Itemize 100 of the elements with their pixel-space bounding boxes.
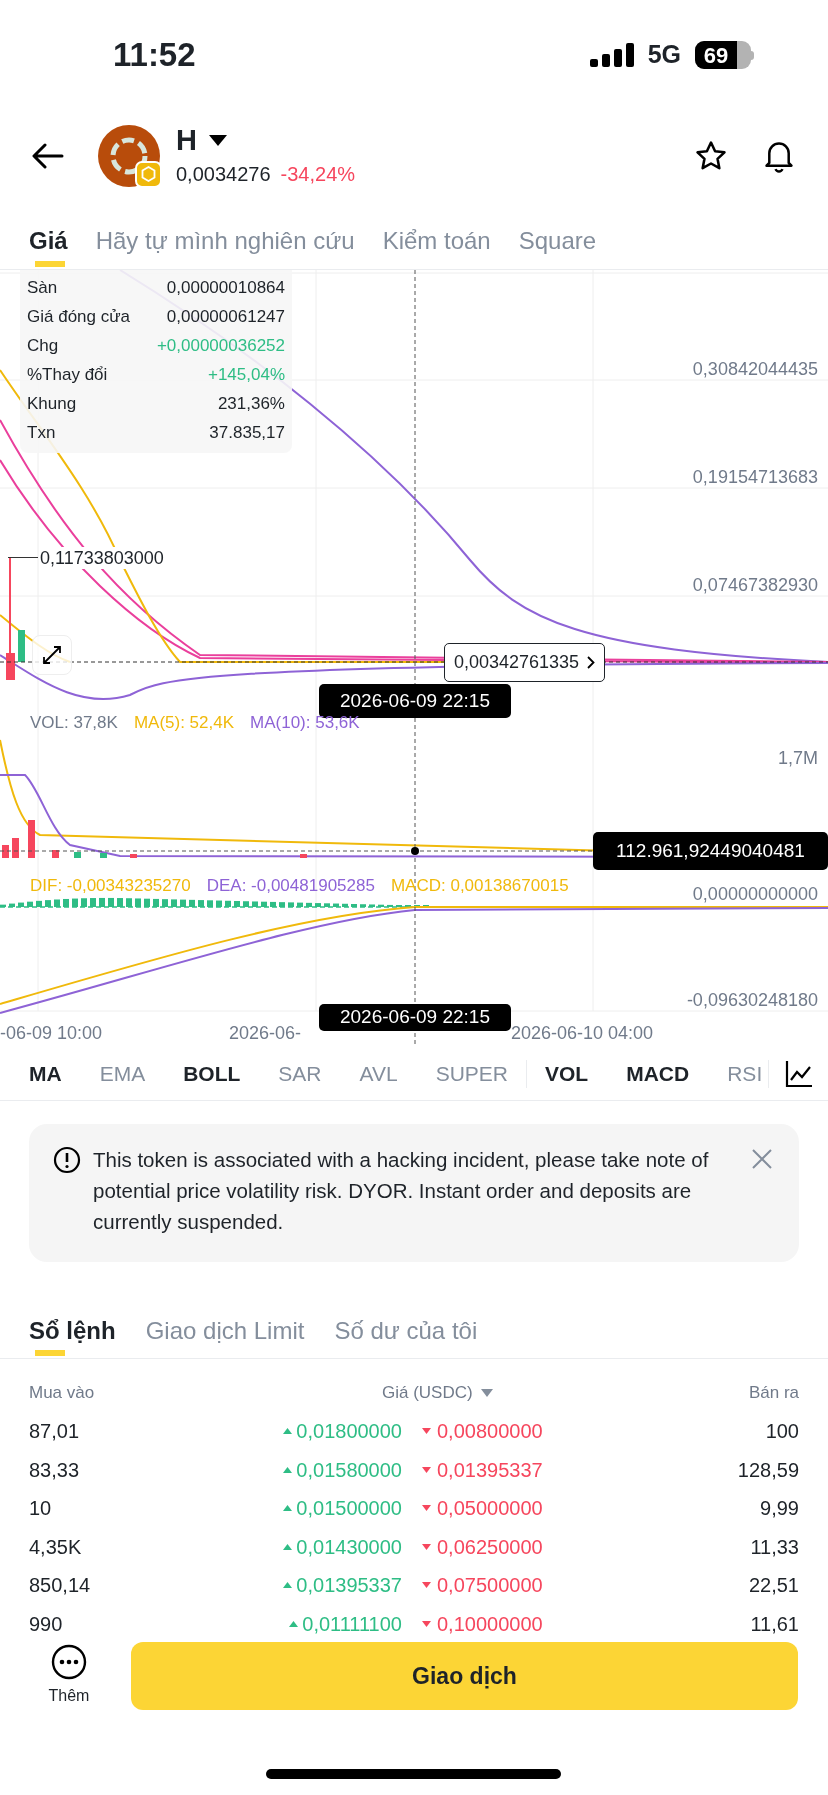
star-icon[interactable] — [694, 139, 728, 173]
network-label: 5G — [647, 39, 681, 71]
down-triangle-icon — [422, 1505, 431, 1512]
ask-price: 0,00800000 — [437, 1419, 543, 1445]
indicator-tab[interactable]: AVL — [359, 1057, 398, 1090]
indicator-tab[interactable]: SAR — [278, 1057, 322, 1090]
bid-price: 0,01800000 — [296, 1419, 402, 1445]
back-arrow-icon — [32, 143, 64, 169]
bid-quantity: 83,33 — [29, 1457, 81, 1483]
info-value: 37.835,17 — [209, 422, 285, 445]
down-triangle-icon — [422, 1620, 431, 1627]
battery-indicator: 69 — [695, 41, 754, 69]
tab[interactable]: Sổ lệnh — [29, 1304, 116, 1358]
column-header: Mua vào — [29, 1382, 96, 1405]
price-axis-label: 0,19154713683 — [692, 466, 818, 488]
bid-price: 0,01395337 — [296, 1573, 402, 1599]
up-triangle-icon — [283, 1582, 293, 1589]
ask-quantity: 22,51 — [748, 1573, 799, 1599]
down-triangle-icon — [422, 1543, 431, 1550]
high-price-label: 0,11733803000 — [40, 547, 164, 569]
indicator-tab[interactable]: VOL — [545, 1057, 589, 1090]
crosshair-time-label: 2026-06-09 22:15 — [319, 1004, 511, 1031]
token-price: 0,0034276 — [176, 162, 271, 187]
last-price-tag[interactable]: 0,00342761335 — [444, 643, 606, 682]
info-label: %Thay đổi — [27, 364, 108, 387]
time-axis-label: 2026-06-10 04:00 — [511, 1022, 654, 1045]
dif-label: DIF: -0,00343235270 — [30, 875, 191, 897]
up-triangle-icon — [283, 1543, 293, 1550]
ask-quantity: 11,61 — [750, 1611, 799, 1637]
ask-price: 0,07500000 — [437, 1573, 543, 1599]
notice-text: This token is associated with a hacking incident, please take note of potential price volatility risk. DYOR. Instant order and deposits are currently suspended. — [93, 1147, 710, 1235]
down-triangle-icon — [422, 1582, 431, 1589]
dea-label: DEA: -0,00481905285 — [206, 875, 375, 897]
ask-price: 0,01395337 — [437, 1457, 543, 1483]
tab[interactable]: Giao dịch Limit — [145, 1304, 305, 1358]
ask-quantity: 100 — [765, 1419, 799, 1445]
ask-quantity: 9,99 — [760, 1496, 799, 1522]
indicator-tab[interactable]: RSI — [727, 1057, 763, 1090]
ask-price: 0,05000000 — [437, 1496, 543, 1522]
indicator-tab[interactable]: SUPER — [435, 1057, 509, 1090]
down-triangle-icon — [422, 1466, 431, 1473]
tab[interactable]: Kiểm toán — [382, 212, 491, 269]
signal-icon — [589, 43, 634, 67]
macd-axis-label: -0,09630248180 — [686, 989, 818, 1011]
dropdown-caret-icon[interactable] — [208, 134, 227, 146]
price-column-header[interactable]: Giá (USDC) — [382, 1380, 493, 1406]
info-label: Khung — [27, 393, 77, 416]
bid-price: 0,01430000 — [296, 1534, 402, 1560]
caret-down-icon — [480, 1389, 493, 1397]
crosshair-value-label: 112.961,92449040481 — [593, 832, 828, 870]
bid-quantity: 10 — [29, 1496, 53, 1522]
status-time: 11:52 — [113, 35, 196, 76]
time-axis-label: 2026-06- — [229, 1022, 302, 1045]
price-change: -34,24% — [280, 162, 356, 187]
up-triangle-icon — [283, 1428, 293, 1435]
ask-quantity: 128,59 — [737, 1457, 799, 1483]
down-triangle-icon — [422, 1428, 431, 1435]
up-triangle-icon — [283, 1466, 293, 1473]
indicator-tab[interactable]: EMA — [99, 1057, 146, 1090]
expand-button[interactable] — [32, 635, 72, 675]
up-triangle-icon — [289, 1620, 299, 1627]
chain-badge-icon — [135, 161, 162, 188]
token-symbol[interactable]: H — [176, 123, 197, 157]
bid-quantity: 87,01 — [29, 1419, 81, 1445]
ask-price: 0,06250000 — [437, 1534, 543, 1560]
bid-price: 0,01111100 — [302, 1611, 402, 1637]
ma5-label: MA(5): 52,4K — [133, 712, 235, 734]
tab[interactable]: Số dư của tôi — [334, 1304, 478, 1358]
tab[interactable]: Square — [518, 212, 597, 269]
indicator-tab[interactable]: MACD — [626, 1057, 690, 1090]
bid-quantity: 850,14 — [29, 1573, 92, 1599]
chevron-right-icon — [587, 656, 596, 669]
volume-label: VOL: 37,8K — [30, 712, 118, 734]
bid-price: 0,01500000 — [296, 1496, 402, 1522]
alert-icon — [53, 1146, 81, 1174]
chart-settings-icon[interactable] — [785, 1059, 814, 1088]
bid-quantity: 990 — [29, 1611, 64, 1637]
info-value: +0,00000036252 — [156, 335, 285, 358]
macd-label: MACD: 0,00138670015 — [390, 875, 569, 897]
indicator-tab[interactable]: MA — [29, 1057, 62, 1090]
time-axis-label: -06-09 10:00 — [0, 1022, 103, 1045]
tab[interactable]: Giá — [29, 212, 68, 269]
info-label: Sàn — [27, 277, 58, 300]
up-triangle-icon — [283, 1505, 293, 1512]
ask-quantity: 11,33 — [750, 1534, 799, 1560]
info-label: Giá đóng cửa — [27, 306, 131, 329]
info-label: Chg — [27, 335, 59, 358]
volume-axis-label: 1,7M — [777, 747, 818, 770]
more-button[interactable]: Thêm — [27, 1644, 111, 1708]
info-value: 0,00000061247 — [166, 306, 285, 329]
expand-icon — [40, 643, 64, 667]
info-value: +145,04% — [207, 364, 285, 387]
column-header: Bán ra — [748, 1382, 799, 1405]
indicator-tab[interactable]: BOLL — [183, 1057, 241, 1090]
macd-axis-label: 0,00000000000 — [692, 884, 818, 904]
info-value: 0,00000010864 — [166, 277, 285, 300]
tab[interactable]: Hãy tự mình nghiên cứu — [95, 212, 355, 269]
trade-button[interactable]: Giao dịch — [131, 1642, 798, 1710]
info-value: 231,36% — [217, 393, 285, 416]
close-icon[interactable] — [751, 1148, 773, 1170]
